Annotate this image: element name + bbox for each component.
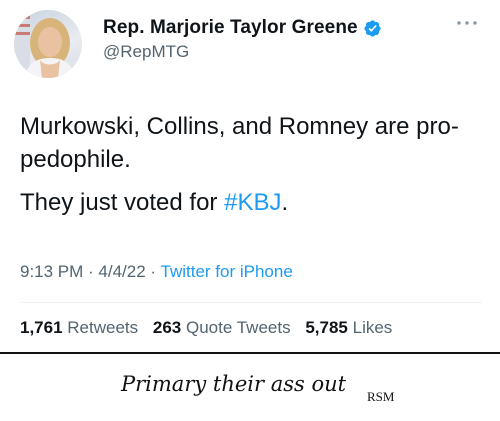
retweets-count: 1,761: [20, 318, 63, 337]
likes-label: Likes: [352, 318, 393, 337]
engagement-stats: 1,761 Retweets 263 Quote Tweets 5,785 Li…: [20, 318, 392, 338]
divider: [20, 302, 482, 303]
retweets-label: Retweets: [67, 318, 139, 337]
tweet-source[interactable]: Twitter for iPhone: [161, 262, 293, 281]
avatar[interactable]: [14, 10, 82, 78]
separator-rule: [0, 352, 500, 354]
tweet-time[interactable]: 9:13 PM: [20, 262, 83, 281]
likes-count: 5,785: [305, 318, 348, 337]
quote-tweets-count: 263: [152, 318, 182, 337]
tweet-line-2-suffix: .: [281, 189, 289, 216]
quote-tweets-label: Quote Tweets: [186, 318, 291, 337]
tweet-meta: 9:13 PM · 4/4/22 · Twitter for iPhone: [20, 262, 293, 282]
tweet-date[interactable]: 4/4/22: [98, 262, 145, 281]
avatar-photo: [14, 10, 76, 78]
meta-separator: ·: [145, 262, 161, 281]
likes-stat[interactable]: 5,785 Likes: [305, 318, 392, 337]
tweet-line-2-prefix: They just voted for: [20, 189, 225, 216]
user-handle[interactable]: @RepMTG: [103, 42, 382, 62]
tweet-line-1: Murkowski, Collins, and Romney are pro-p…: [20, 113, 459, 173]
display-name[interactable]: Rep. Marjorie Taylor Greene: [103, 17, 358, 39]
author-initials: RSM: [367, 389, 395, 404]
hashtag-link[interactable]: #KBJ: [224, 189, 281, 216]
verified-badge-icon: [364, 19, 381, 37]
caption-text: Primary their ass out: [121, 372, 347, 396]
name-row: Rep. Marjorie Taylor Greene: [103, 17, 382, 39]
tweet-card: Rep. Marjorie Taylor Greene @RepMTG Murk…: [0, 0, 500, 352]
tweet-line-2: They just voted for #KBJ.: [20, 186, 480, 219]
tweet-text: Murkowski, Collins, and Romney are pro-p…: [20, 110, 480, 229]
more-options-icon[interactable]: [456, 19, 478, 27]
retweets-stat[interactable]: 1,761 Retweets: [20, 318, 138, 337]
author-block[interactable]: Rep. Marjorie Taylor Greene @RepMTG: [103, 17, 382, 62]
meta-separator: ·: [83, 262, 99, 281]
quote-tweets-stat[interactable]: 263 Quote Tweets: [153, 318, 291, 337]
